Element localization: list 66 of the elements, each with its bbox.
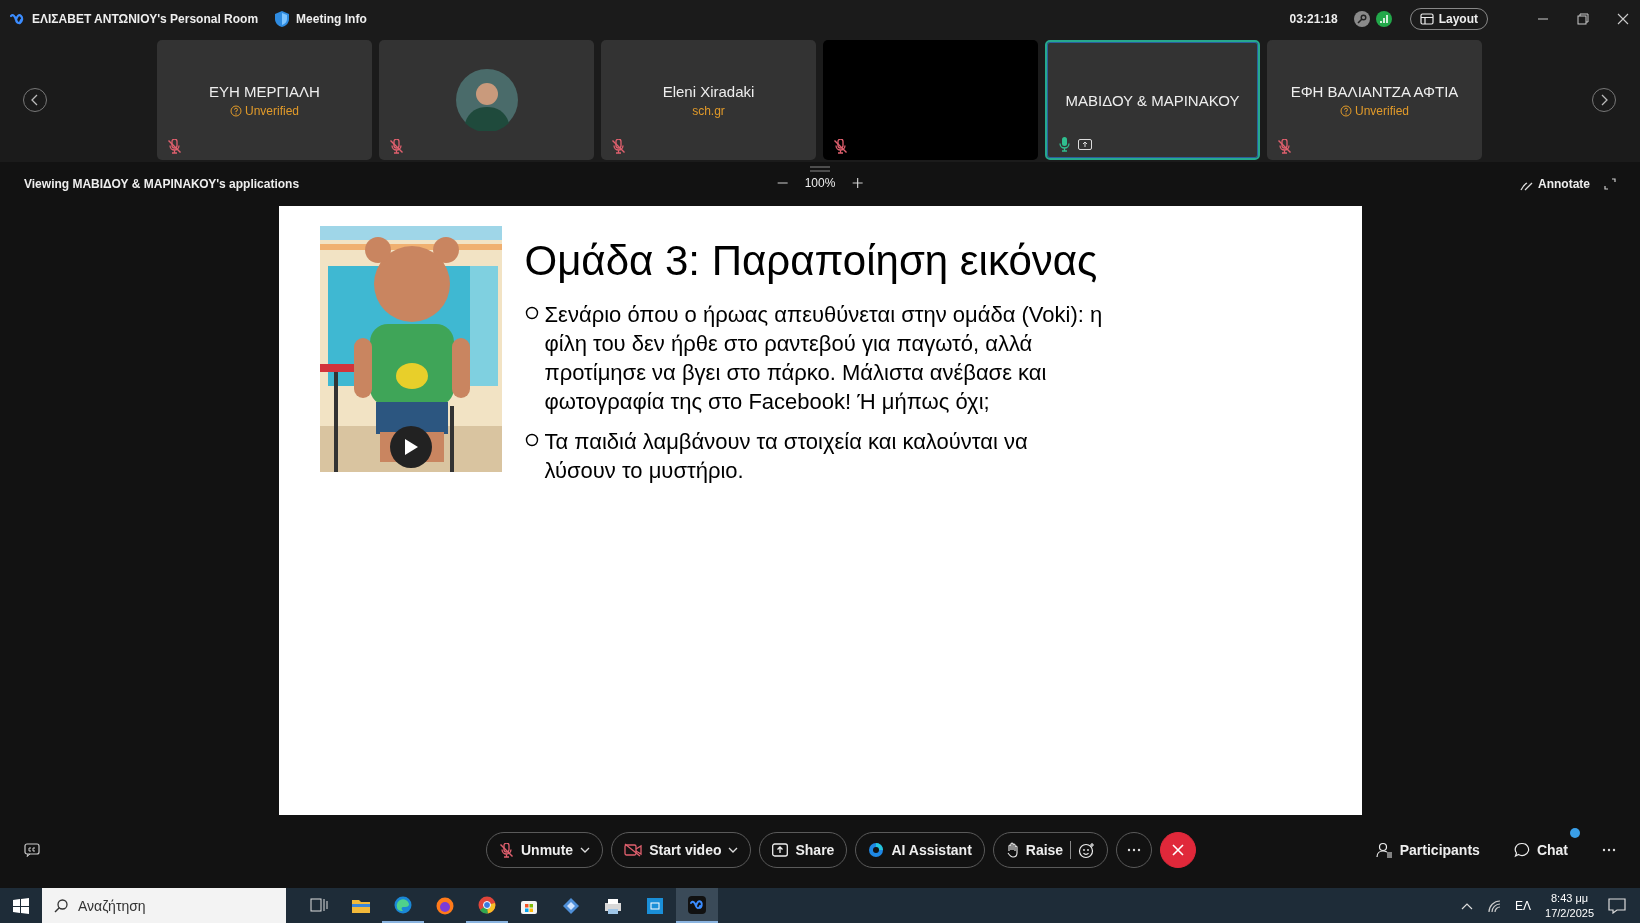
leave-button[interactable] — [1160, 832, 1197, 868]
bullet-text: Τα παιδιά λαμβάνουν τα στοιχεία και καλούνται να λύσουν το μυστήριο. — [544, 428, 1029, 485]
chevron-up-icon[interactable] — [1461, 901, 1474, 910]
zoom-level: 100% — [804, 176, 836, 190]
participant-name: Eleni Xiradaki — [662, 82, 755, 100]
bullet-icon — [524, 306, 539, 320]
participant-name: ΕΥΗ ΜΕΡΓΙΑΛΗ — [209, 82, 320, 100]
participant-status: sch.gr — [692, 103, 725, 118]
more-button[interactable] — [1116, 832, 1153, 868]
chevron-icon — [1600, 94, 1608, 106]
meeting-title: ΕΛΙΣΑΒΕΤ ΑΝΤΩΝΙΟΥ's Personal Room — [32, 12, 259, 26]
browser-icon — [435, 895, 455, 916]
chat-icon — [1513, 842, 1530, 858]
zoom-in-icon[interactable] — [851, 177, 864, 189]
meeting-info-link[interactable]: Meeting Info — [296, 12, 367, 26]
app-tile-icon — [645, 895, 665, 916]
chat-button[interactable]: Chat — [1513, 842, 1568, 858]
search-icon — [54, 899, 68, 913]
raise-button[interactable]: Raise — [992, 832, 1109, 868]
browser-icon — [477, 894, 497, 915]
clock-time: 8:43 μμ — [1550, 890, 1589, 906]
hand-icon — [1005, 842, 1019, 858]
participant-status: Unverified — [1355, 103, 1409, 118]
emoji-icon — [1078, 841, 1096, 859]
participant-status: Unverified — [245, 103, 299, 118]
shield-icon — [274, 10, 291, 28]
video-off-icon — [624, 843, 643, 857]
restore-icon[interactable] — [1577, 13, 1589, 25]
diamond-icon — [561, 895, 581, 916]
key-icon — [1353, 11, 1370, 27]
screen-share-icon — [772, 843, 789, 857]
taskbar-app[interactable] — [676, 888, 718, 923]
more-icon — [1127, 848, 1142, 852]
close-icon[interactable] — [1617, 13, 1629, 25]
bullet-icon — [524, 433, 539, 447]
assistant-logo-icon — [868, 842, 885, 858]
participant-name: ΜΑΒΙΔΟΥ & ΜΑΡΙΝΑΚΟΥ — [1065, 91, 1240, 109]
bullet-text: Σενάριο όπου ο ήρωας απευθύνεται στην ομάδα (Voki): η φίλη του δεν ήρθε στο ραντεβού για παγωτό, αλλά προτίμησε να βγει στο πάρκο. Μάλιστα ανέβασε και φωτογραφία της στο Facebook! Ή μήπως όχι; — [544, 301, 1104, 416]
more-icon[interactable] — [1602, 848, 1616, 852]
fullscreen-icon[interactable] — [1604, 178, 1616, 190]
mic-off-icon — [499, 842, 514, 858]
avatar — [455, 69, 518, 131]
windows-start-icon[interactable] — [13, 897, 29, 914]
meeting-timer: 03:21:18 — [1289, 12, 1338, 26]
start-video-button[interactable]: Start video — [611, 832, 752, 868]
drag-handle-icon[interactable] — [810, 166, 830, 172]
captions-icon[interactable] — [24, 843, 40, 857]
close-icon — [1172, 844, 1185, 856]
participants-icon — [1375, 842, 1393, 858]
share-button[interactable]: Share — [759, 832, 848, 868]
notifications-icon[interactable] — [1608, 897, 1626, 914]
search-field[interactable]: Αναζήτηση — [42, 888, 286, 923]
chevron-icon — [31, 94, 39, 106]
unmute-button[interactable]: Unmute — [486, 832, 604, 868]
browser-icon — [393, 894, 413, 915]
participants-button[interactable]: Participants — [1375, 842, 1480, 858]
annotate-button[interactable]: Annotate — [1520, 177, 1590, 191]
ai-assistant-button[interactable]: AI Assistant — [855, 832, 985, 868]
slide-title: Ομάδα 3: Παραποίηση εικόνας — [524, 240, 1099, 282]
participant-name: ΕΦΗ ΒΑΛΙΑΝΤΖΑ ΑΦΤΙΑ — [1290, 82, 1459, 100]
sharing-label: Viewing ΜΑΒΙΔΟΥ & ΜΑΡΙΝΑΚΟΥ's applications — [24, 177, 300, 191]
clock-date: 17/2/2025 — [1545, 905, 1594, 921]
network-icon[interactable] — [1487, 898, 1502, 913]
layout-icon — [1419, 13, 1434, 25]
signal-icon — [1375, 11, 1392, 27]
language-indicator[interactable]: ΕΛ — [1515, 898, 1532, 913]
